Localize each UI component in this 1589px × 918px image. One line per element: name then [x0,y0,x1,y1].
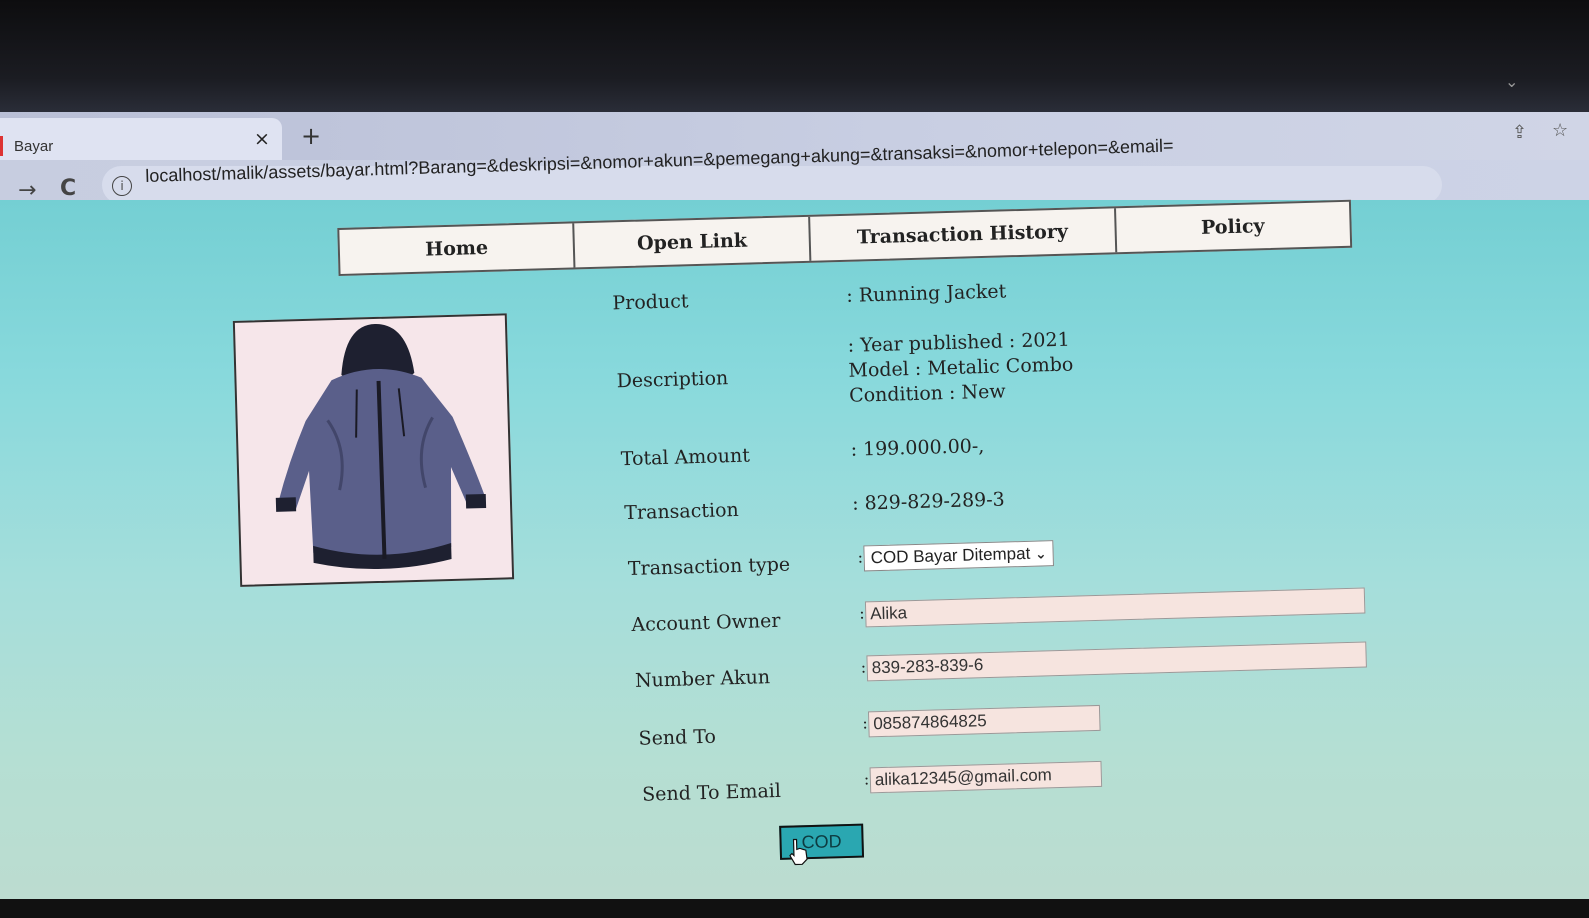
description-line-3: Condition : New [848,380,1006,407]
site-info-icon[interactable]: i [112,176,132,196]
transaction-type-colon: : [857,547,864,567]
tab-close-icon[interactable]: × [254,128,270,150]
product-image [232,313,515,587]
transaction-type-label: Transaction type [627,553,791,581]
account-owner-input[interactable]: Alika [864,587,1366,628]
number-akun-input[interactable]: 839-283-839-6 [866,641,1367,682]
nav-menu: Home Open Link Transaction History Polic… [337,199,1353,277]
total-amount-label: Total Amount [620,444,751,471]
transaction-type-select[interactable]: COD Bayar Ditempat ⌄ [863,540,1055,572]
bookmark-star-icon[interactable]: ☆ [1552,120,1568,141]
reload-icon[interactable]: C [60,176,76,201]
tab-search-chevron-icon[interactable]: ⌄ [1505,72,1518,91]
nav-open-link[interactable]: Open Link [574,216,812,268]
number-akun-colon: : [860,657,867,677]
nav-home[interactable]: Home [339,223,576,274]
description-label: Description [616,367,729,393]
hand-cursor-icon [789,838,808,866]
tab-favicon [0,136,3,156]
transaction-value: : 829-829-289-3 [851,488,1006,515]
nav-policy[interactable]: Policy [1116,202,1351,253]
jacket-image [275,324,487,569]
send-to-email-input[interactable]: alika12345@gmail.com [869,760,1103,794]
new-tab-icon[interactable]: + [301,122,321,150]
number-akun-label: Number Akun [634,666,771,692]
send-to-label: Send To [638,725,717,750]
account-owner-colon: : [858,603,865,623]
tab-title: Bayar [14,138,54,155]
send-to-colon: : [862,713,868,733]
total-amount-value: : 199.000.00-, [850,435,985,461]
nav-transaction-history[interactable]: Transaction History [810,208,1117,261]
account-owner-label: Account Owner [631,609,781,636]
share-icon[interactable]: ⇪ [1512,122,1527,143]
transaction-label: Transaction [624,498,740,525]
page-body: Home Open Link Transaction History Polic… [0,199,1589,899]
page-content: Home Open Link Transaction History Polic… [0,175,1589,918]
send-to-input[interactable]: 085874864825 [867,704,1101,738]
chevron-down-icon: ⌄ [1034,546,1048,563]
transaction-type-selected: COD Bayar Ditempat [870,543,1031,568]
product-value: : Running Jacket [846,280,1007,307]
product-label: Product [612,290,689,315]
send-to-email-colon: : [863,769,870,789]
window-top-bezel [0,0,1589,112]
send-to-email-label: Send To Email [641,779,782,806]
description-line-2: Model : Metalic Combo [848,353,1074,382]
